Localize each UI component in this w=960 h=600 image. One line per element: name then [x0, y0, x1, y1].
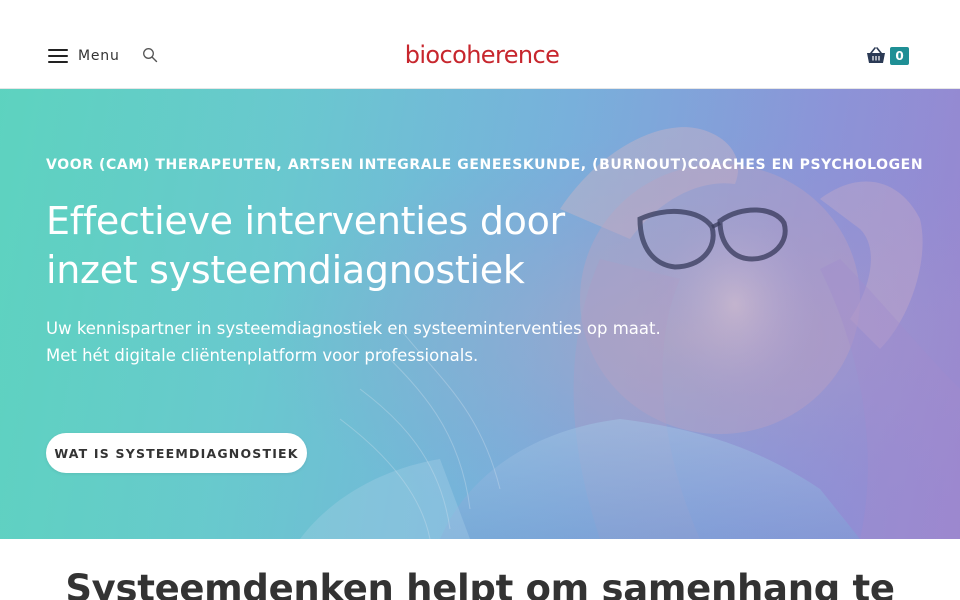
site-header: Menu biocoherence 0: [0, 0, 960, 89]
cart-count-badge: 0: [890, 47, 909, 65]
cta-button-label: WAT IS SYSTEEMDIAGNOSTIEK: [54, 445, 299, 461]
cart-button[interactable]: 0: [866, 44, 909, 68]
hero-headline-line-2: inzet systeemdiagnostiek: [46, 248, 525, 292]
site-logo[interactable]: biocoherence: [397, 38, 567, 72]
menu-label: Menu: [78, 48, 120, 64]
intro-section: Systeemdenken helpt om samenhang te: [0, 539, 960, 600]
cta-button[interactable]: WAT IS SYSTEEMDIAGNOSTIEK: [46, 433, 307, 473]
menu-button[interactable]: Menu: [48, 44, 120, 68]
hero-subtitle: Uw kennispartner in systeemdiagnostiek e…: [46, 315, 766, 369]
hero-headline-line-1: Effectieve interventies door: [46, 199, 565, 243]
hamburger-icon: [48, 48, 68, 64]
hero-subtitle-line-1: Uw kennispartner in systeemdiagnostiek e…: [46, 319, 661, 338]
search-icon[interactable]: [142, 47, 160, 65]
hero-banner: VOOR (CAM) THERAPEUTEN, ARTSEN INTEGRALE…: [0, 89, 960, 539]
basket-icon: [867, 47, 885, 63]
hero-headline: Effectieve interventies door inzet syste…: [46, 197, 686, 295]
hero-kicker: VOOR (CAM) THERAPEUTEN, ARTSEN INTEGRALE…: [46, 157, 924, 173]
section-title: Systeemdenken helpt om samenhang te: [65, 567, 895, 600]
hero-subtitle-line-2: Met hét digitale cliëntenplatform voor p…: [46, 346, 479, 365]
